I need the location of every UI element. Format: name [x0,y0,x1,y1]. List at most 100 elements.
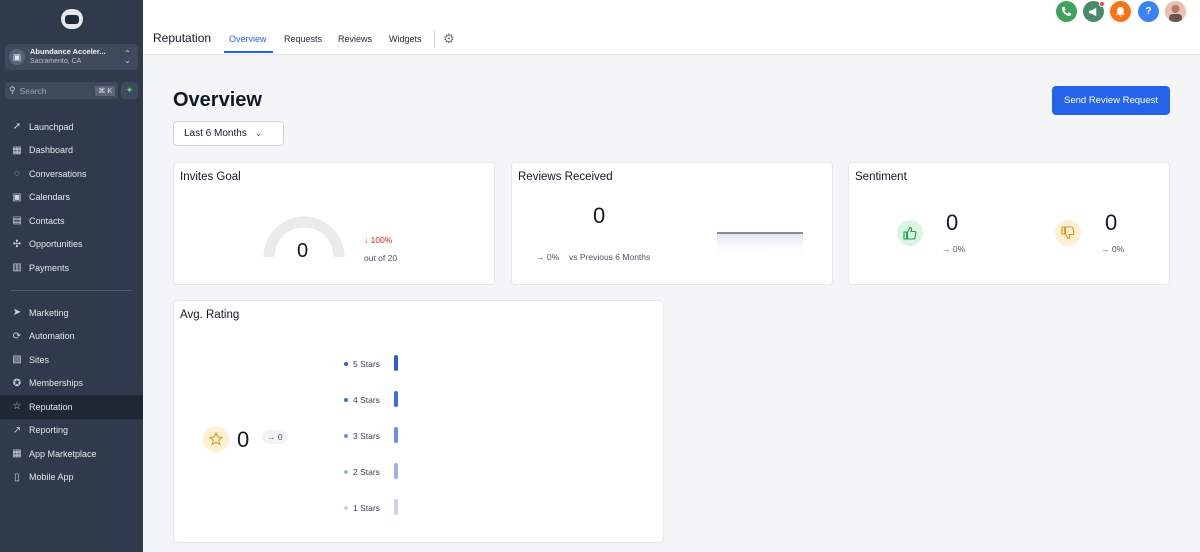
sidebar-item-label: Opportunities [29,239,83,250]
help-icon[interactable]: ? [1138,1,1159,22]
avatar[interactable] [1165,1,1186,22]
module-title: Reputation [153,31,212,45]
rating-bar [394,355,398,371]
tab-widgets[interactable]: Widgets [389,34,422,44]
invites-goal-change: ↓ 100% [364,235,393,245]
rating-bar [394,499,398,515]
sidebar-item-contacts[interactable]: ▤ Contacts [0,209,143,233]
arrow-right-icon: → [536,252,547,262]
sidebar-item-label: Reputation [29,401,73,412]
tab-reviews[interactable]: Reviews [338,34,372,44]
notification-dot [1099,1,1105,7]
sidebar-item-marketing[interactable]: ➤ Marketing [0,301,143,325]
negative-sentiment-value: 0 [1105,210,1118,235]
rating-bar [394,427,398,443]
sidebar-item-mobile-app[interactable]: ▯ Mobile App [0,466,143,490]
invites-goal-value: 0 [297,240,309,262]
rating-bar [394,391,398,407]
account-switcher[interactable]: ▣ Abundance Acceler... Sacramento, CA ⌃ ⌄ [5,44,138,70]
star-icon [203,426,229,452]
legend-dot [344,470,348,474]
card-title: Invites Goal [180,171,241,183]
sentiment-card: Sentiment 0 → 0% 0 → 0% [848,162,1170,285]
rating-label: 3 Stars [353,431,380,441]
legend-dot [344,506,348,510]
sidebar-item-automation[interactable]: ⟳ Automation [0,325,143,349]
sidebar-item-payments[interactable]: ▥ Payments [0,256,143,280]
thumbs-up-icon [897,220,923,246]
sidebar: ▣ Abundance Acceler... Sacramento, CA ⌃ ⌄… [0,0,143,552]
megaphone-icon[interactable] [1083,1,1105,22]
positive-sentiment-value: 0 [946,210,959,235]
sidebar-nav-primary: ➚ Launchpad ▦ Dashboard ◌ Conversations ▣ Calen… [0,115,143,280]
reviews-received-card: Reviews Received 0 → 0% vs Previous 6 Mo… [511,162,833,285]
send-icon: ➤ [12,307,22,319]
top-bar: Reputation Overview Requests Reviews Wid… [143,0,1200,55]
ai-assistant-button[interactable]: ✦ [121,82,138,99]
rating-label: 4 Stars [353,395,380,405]
send-review-request-button[interactable]: Send Review Request [1052,86,1170,115]
sidebar-item-calendars[interactable]: ▣ Calendars [0,186,143,210]
calendar-icon: ▣ [12,191,22,203]
sidebar-item-label: Conversations [29,168,87,179]
sidebar-item-label: Automation [29,331,75,342]
sidebar-divider [10,290,132,291]
trend-icon: ↗ [12,424,22,436]
account-name: Abundance Acceler... [30,47,106,56]
contacts-icon: ▤ [12,215,22,227]
sidebar-item-label: Dashboard [29,145,74,156]
reviews-sparkline [717,232,803,257]
mobile-icon: ▯ [14,471,20,483]
chevron-down-icon: ⌄ [254,128,263,138]
rating-row: 2 Stars [344,467,380,477]
avg-rating-change: → 0 [262,430,288,444]
arrow-right-icon: → [942,244,953,254]
legend-dot [344,398,348,402]
rating-label: 2 Stars [353,467,380,477]
tab-requests[interactable]: Requests [284,34,322,44]
tab-overview[interactable]: Overview [229,34,267,44]
sidebar-item-conversations[interactable]: ◌ Conversations [0,162,143,186]
search-placeholder: Search [19,85,47,96]
sites-icon: ▧ [12,354,22,366]
rating-label: 5 Stars [353,359,380,369]
phone-icon[interactable] [1056,1,1077,22]
opportunities-icon: ✣ [12,238,22,250]
period-value: Last 6 Months [184,128,247,139]
card-title: Avg. Rating [180,309,240,321]
sidebar-item-label: Launchpad [29,121,74,132]
sidebar-item-label: Payments [29,262,70,273]
sidebar-item-launchpad[interactable]: ➚ Launchpad [0,115,143,139]
card-title: Sentiment [855,171,907,183]
app-logo[interactable] [61,9,83,29]
invites-goal-out-of: out of 20 [364,253,398,263]
arrow-right-icon: → [267,432,278,442]
apps-icon: ▦ [12,448,22,460]
gear-icon[interactable]: ⚙ [443,31,455,47]
sidebar-item-opportunities[interactable]: ✣ Opportunities [0,233,143,257]
rating-label: 1 Stars [353,503,380,513]
page-title: Overview [173,89,262,111]
star-icon: ☆ [12,401,22,413]
positive-sentiment-change: → 0% [942,244,966,254]
rating-row: 5 Stars [344,359,380,369]
sidebar-item-label: Calendars [29,192,71,203]
rocket-icon: ➚ [12,121,22,133]
sidebar-item-label: Sites [29,354,50,365]
sidebar-item-dashboard[interactable]: ▦ Dashboard [0,139,143,163]
avg-rating-value: 0 [237,427,250,452]
sidebar-item-app-marketplace[interactable]: ▦ App Marketplace [0,442,143,466]
reviews-received-value: 0 [593,203,606,228]
avg-rating-card: Avg. Rating 0 → 0 5 Stars 4 Stars 3 Stars 2… [173,300,664,543]
bell-icon[interactable] [1110,1,1131,22]
arrow-right-icon: → [1101,244,1112,254]
search-input[interactable]: ⚲ Search ⌘ K [5,82,118,99]
payments-icon: ▥ [12,262,22,274]
sidebar-item-reputation[interactable]: ☆ Reputation [0,395,143,419]
sidebar-item-reporting[interactable]: ↗ Reporting [0,419,143,443]
sidebar-item-sites[interactable]: ▧ Sites [0,348,143,372]
award-icon: ✪ [12,377,22,389]
sidebar-item-memberships[interactable]: ✪ Memberships [0,372,143,396]
period-select[interactable]: Last 6 Months ⌄ [173,121,284,146]
rating-row: 1 Stars [344,503,380,513]
